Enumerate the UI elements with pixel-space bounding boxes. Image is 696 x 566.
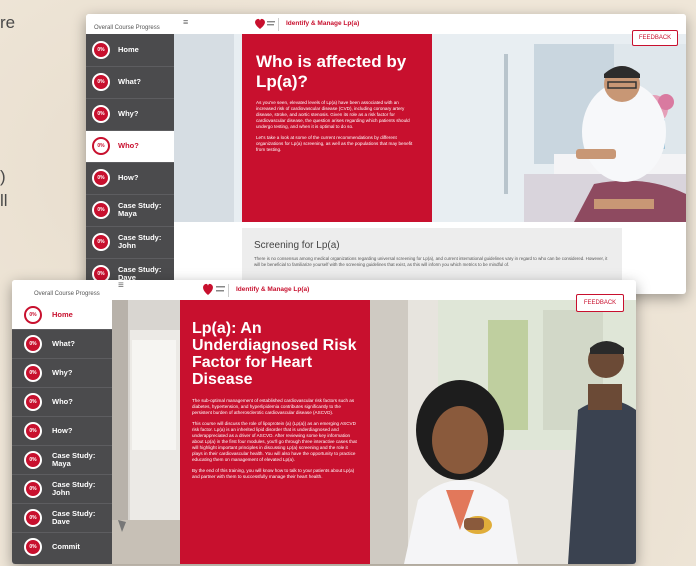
sidebar-item-label: Home bbox=[52, 309, 73, 319]
sidebar-item-label: Case Study: John bbox=[118, 233, 162, 250]
progress-percent-badge: 0% bbox=[24, 479, 42, 498]
sidebar-item-why[interactable]: 0% Why? bbox=[86, 98, 174, 130]
sidebar-item-case-study-john[interactable]: 0% Case Study: John bbox=[12, 474, 112, 503]
screening-body: There is no consensus among medical orga… bbox=[254, 256, 608, 267]
doctor-patient-photo bbox=[368, 300, 636, 564]
nav-divider bbox=[12, 503, 112, 504]
progress-percent-badge: 0% bbox=[92, 41, 110, 59]
window-photo bbox=[112, 300, 180, 564]
back-course-screen: Overall Course Progress ≡ Identify & Man… bbox=[86, 14, 686, 294]
course-title: Identify & Manage Lp(a) bbox=[236, 286, 310, 293]
doctor-patient-illustration bbox=[368, 300, 636, 564]
sidebar-item-label: Commit bbox=[52, 541, 80, 551]
progress-percent-badge: 0% bbox=[24, 334, 42, 353]
top-bar: Overall Course Progress ≡ Identify & Man… bbox=[12, 280, 636, 301]
sidebar-item-case-study-john[interactable]: 0% Case Study: John bbox=[86, 226, 174, 258]
sidebar-item-label: Case Study: Maya bbox=[118, 201, 162, 218]
header-divider bbox=[278, 18, 279, 31]
nav-divider bbox=[86, 98, 174, 99]
progress-percent-badge: 0% bbox=[92, 201, 110, 219]
intro-paragraph: Let's take a look at some of the current… bbox=[256, 135, 413, 152]
sidebar-item-label: Case Study: Dave bbox=[52, 508, 96, 526]
intro-paragraph: As you've seen, elevated levels of Lp(a)… bbox=[256, 100, 410, 129]
sidebar-item-how[interactable]: 0% How? bbox=[12, 416, 112, 445]
sidebar-item-home[interactable]: 0% Home bbox=[12, 300, 112, 329]
progress-percent-badge: 0% bbox=[92, 73, 110, 91]
nav-divider bbox=[12, 387, 112, 388]
sidebar-item-label: Who? bbox=[118, 141, 139, 151]
sidebar-item-what[interactable]: 0% What? bbox=[12, 329, 112, 358]
aha-heart-logo-icon bbox=[255, 18, 275, 29]
intro-paragraph: By the end of this training, you will kn… bbox=[192, 468, 355, 479]
sidebar-item-label: How? bbox=[52, 425, 73, 435]
progress-percent-badge: 0% bbox=[24, 508, 42, 527]
progress-percent-badge: 0% bbox=[92, 169, 110, 187]
progress-percent-badge: 0% bbox=[24, 537, 42, 556]
page-title: Who is affected by Lp(a)? bbox=[256, 52, 407, 91]
nav-divider bbox=[12, 358, 112, 359]
background-text-fragment: ll bbox=[0, 191, 8, 210]
hamburger-menu-icon[interactable]: ≡ bbox=[183, 17, 188, 27]
progress-percent-badge: 0% bbox=[24, 305, 42, 324]
sidebar-item-case-study-maya[interactable]: 0% Case Study: Maya bbox=[86, 194, 174, 226]
sidebar-item-case-study-dave[interactable]: 0% Case Study: Dave bbox=[12, 503, 112, 532]
progress-percent-badge: 0% bbox=[92, 233, 110, 251]
feedback-button[interactable]: FEEDBACK bbox=[576, 294, 624, 312]
overall-progress-label: Overall Course Progress bbox=[94, 25, 160, 31]
course-title: Identify & Manage Lp(a) bbox=[286, 20, 360, 27]
nav-divider bbox=[86, 130, 174, 131]
header-divider bbox=[228, 284, 229, 297]
sidebar-item-label: What? bbox=[118, 77, 141, 87]
sidebar-item-what[interactable]: 0% What? bbox=[86, 66, 174, 98]
nav-divider bbox=[12, 532, 112, 533]
sidebar-item-case-study-maya[interactable]: 0% Case Study: Maya bbox=[12, 445, 112, 474]
intro-panel: Who is affected by Lp(a)? As you've seen… bbox=[242, 34, 432, 222]
nav-divider bbox=[12, 445, 112, 446]
progress-percent-badge: 0% bbox=[24, 421, 42, 440]
nav-divider bbox=[12, 416, 112, 417]
sidebar-item-why[interactable]: 0% Why? bbox=[12, 358, 112, 387]
progress-percent-badge: 0% bbox=[24, 392, 42, 411]
nav-divider bbox=[86, 226, 174, 227]
background-text-fragment: ) bbox=[0, 167, 6, 186]
feedback-button[interactable]: FEEDBACK bbox=[632, 30, 678, 46]
background-text-fragment: re bbox=[0, 13, 16, 32]
aha-heart-logo-icon bbox=[203, 283, 225, 295]
sidebar-item-commit[interactable]: 0% Commit bbox=[12, 532, 112, 561]
nav-divider bbox=[12, 474, 112, 475]
screening-title: Screening for Lp(a) bbox=[254, 240, 340, 251]
sidebar-item-how[interactable]: 0% How? bbox=[86, 162, 174, 194]
sidebar-item-label: Case Study: Maya bbox=[52, 450, 96, 468]
front-course-screen: Overall Course Progress ≡ Identify & Man… bbox=[12, 280, 636, 564]
overall-progress-label: Overall Course Progress bbox=[34, 291, 100, 297]
sidebar-item-home[interactable]: 0% Home bbox=[86, 34, 174, 66]
hamburger-menu-icon[interactable]: ≡ bbox=[118, 280, 124, 291]
intro-paragraph: The sub-optimal management of establishe… bbox=[192, 398, 355, 415]
intro-paragraph: This course will discuss the role of lip… bbox=[192, 421, 357, 462]
progress-percent-badge: 0% bbox=[92, 137, 110, 155]
sidebar-item-label: Case Study: John bbox=[52, 479, 96, 497]
nav-divider bbox=[86, 194, 174, 195]
sidebar-item-label: How? bbox=[118, 173, 139, 183]
top-bar: Overall Course Progress ≡ Identify & Man… bbox=[86, 14, 686, 35]
progress-percent-badge: 0% bbox=[24, 450, 42, 469]
window-illustration bbox=[112, 300, 180, 564]
page-title: Lp(a): An Underdiagnosed Risk Factor for… bbox=[192, 320, 357, 388]
sidebar-item-who[interactable]: 0% Who? bbox=[86, 130, 174, 162]
progress-percent-badge: 0% bbox=[92, 105, 110, 123]
nav-divider bbox=[86, 258, 174, 259]
progress-percent-badge: 0% bbox=[24, 363, 42, 382]
sidebar-item-label: Why? bbox=[118, 109, 139, 119]
sidebar-item-label: Why? bbox=[52, 367, 73, 377]
nav-divider bbox=[12, 329, 112, 330]
intro-panel: Lp(a): An Underdiagnosed Risk Factor for… bbox=[180, 300, 370, 564]
sidebar-item-label: What? bbox=[52, 338, 75, 348]
sidebar-item-label: Home bbox=[118, 45, 139, 55]
nav-divider bbox=[86, 66, 174, 67]
sidebar-item-label: Who? bbox=[52, 396, 73, 406]
nav-divider bbox=[86, 162, 174, 163]
sidebar-item-who[interactable]: 0% Who? bbox=[12, 387, 112, 416]
